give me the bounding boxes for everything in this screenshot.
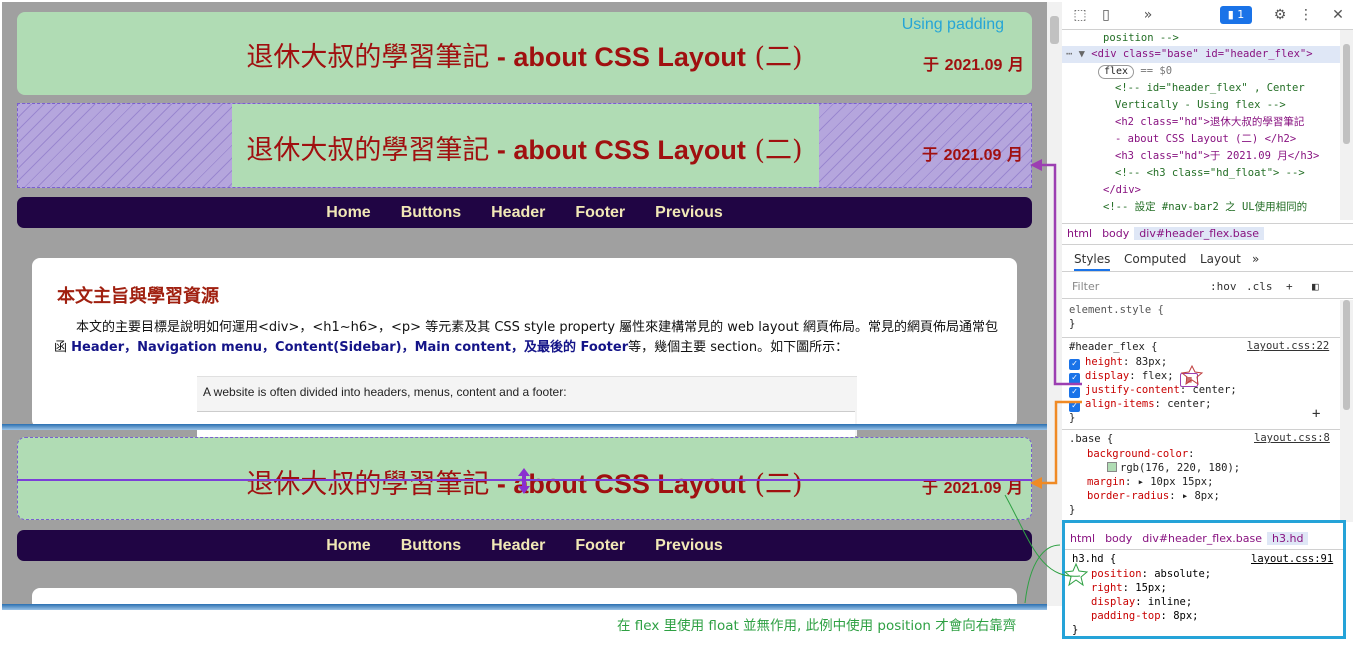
crumb-html[interactable]: html (1065, 532, 1100, 545)
style-prop[interactable]: right: 15px; (1091, 581, 1167, 595)
footnote: 在 flex 里使用 float 並無作用, 此例中使用 position 才會… (617, 618, 1017, 634)
dom-line[interactable]: <!-- id="header_flex" , Center (1115, 80, 1305, 97)
crumb-body[interactable]: body (1097, 227, 1134, 240)
dom-line[interactable]: position --> (1103, 30, 1179, 47)
tab-layout[interactable]: Layout (1200, 252, 1241, 266)
dom-line-selected[interactable]: ⋯ ▼ <div class="base" id="header_flex"> (1062, 46, 1340, 63)
nav-home[interactable]: Home (326, 530, 370, 561)
page-date: 于 2021.09 月 (923, 55, 1024, 74)
nav-home[interactable]: Home (326, 197, 370, 228)
header-padding: Using padding 退休大叔的學習筆記 - about CSS Layo… (17, 12, 1032, 95)
style-prop[interactable]: display: inline; (1091, 595, 1192, 609)
close-icon[interactable]: ✕ (1330, 7, 1346, 23)
breadcrumb: html body div#header_flex.base h3.hd (1065, 530, 1343, 550)
screenshot-divider (2, 604, 1047, 610)
screenshot-divider (2, 424, 1047, 430)
source-link[interactable]: layout.css:91 (1251, 552, 1333, 566)
nav-header[interactable]: Header (491, 197, 545, 228)
elements-scrollbar[interactable] (1340, 30, 1353, 220)
cls-toggle[interactable]: .cls (1246, 280, 1273, 293)
tab-styles[interactable]: Styles (1074, 252, 1111, 271)
styles-pane: element.style { } #header_flex { layout.… (1062, 300, 1340, 522)
page-title: 退休大叔的學習筆記 - about CSS Layout (二) (246, 135, 803, 166)
dom-line[interactable]: <!-- <h3 class="hd_float"> --> (1115, 165, 1305, 182)
dom-line[interactable]: Vertically - Using flex --> (1115, 97, 1286, 114)
issues-badge[interactable]: ▮ 1 (1220, 6, 1252, 24)
source-link[interactable]: layout.css:22 (1247, 340, 1329, 352)
page-scrollbar-thumb[interactable] (1050, 16, 1059, 44)
nav-previous[interactable]: Previous (655, 530, 723, 561)
add-property-icon[interactable]: + (1312, 406, 1320, 422)
rule-selector: .base { (1069, 433, 1114, 445)
style-prop[interactable]: ✓ align-items: center; (1069, 397, 1211, 412)
kebab-menu-icon[interactable]: ⋮ (1298, 7, 1314, 23)
dom-line[interactable]: flex == $0 (1098, 63, 1172, 80)
dom-line[interactable]: </div> (1103, 182, 1141, 199)
style-prop[interactable]: ✓ justify-content: center; (1069, 383, 1237, 398)
devtools-toolbar: ⬚ ▯ » ▮ 1 ⚙ ⋮ ✕ (1062, 0, 1353, 30)
embedded-caption: A website is often divided into headers,… (203, 385, 567, 399)
rule-selector: #header_flex { (1069, 341, 1158, 353)
nav-footer[interactable]: Footer (575, 530, 625, 561)
page-date: 于 2021.09 月 (922, 145, 1023, 164)
nav-buttons[interactable]: Buttons (401, 530, 461, 561)
hov-toggle[interactable]: :hov (1210, 280, 1237, 293)
intro-paragraph: 本文的主要目標是說明如何運用<div>，<h1~h6>，<p> 等元素及其 CS… (54, 320, 998, 355)
content-card: 本文主旨與學習資源 本文的主要目標是說明如何運用<div>，<h1~h6>，<p… (32, 258, 1017, 441)
styles-filter: Filter :hov .cls + ◧ (1062, 273, 1353, 299)
nav-footer[interactable]: Footer (575, 197, 625, 228)
device-toggle-icon[interactable]: ▯ (1098, 7, 1114, 23)
element-style-rule: element.style { (1069, 304, 1164, 316)
page-scrollbar[interactable] (1047, 2, 1062, 606)
style-prop[interactable]: background-color: (1069, 447, 1194, 461)
flex-align-arrow-icon (518, 468, 530, 494)
using-padding-note: Using padding (901, 16, 1004, 33)
dom-line[interactable]: <!-- 設定 #nav-bar2 之 UL使用相同的 (1103, 199, 1307, 216)
page-title: 退休大叔的學習筆記 - about CSS Layout (二) (246, 42, 803, 73)
nav-buttons[interactable]: Buttons (401, 197, 461, 228)
nav-bar: Home Buttons Header Footer Previous (17, 197, 1032, 228)
flex-badge[interactable]: flex (1098, 65, 1135, 79)
more-tabs-icon[interactable]: » (1252, 252, 1259, 266)
style-prop[interactable]: padding-top: 8px; (1091, 609, 1199, 623)
tab-computed[interactable]: Computed (1124, 252, 1186, 266)
crumb-body[interactable]: body (1100, 532, 1137, 545)
elements-tree: position --> ⋯ ▼ <div class="base" id="h… (1062, 30, 1340, 220)
styles-tabbar: Styles Computed Layout » (1062, 248, 1353, 272)
crumb-div[interactable]: div#header_flex.base (1137, 532, 1267, 545)
styles-scrollbar[interactable] (1340, 300, 1353, 522)
dom-line[interactable]: <h3 class="hd">于 2021.09 月</h3> (1115, 148, 1319, 165)
crumb-div[interactable]: div#header_flex.base (1134, 227, 1265, 240)
color-swatch[interactable] (1107, 462, 1117, 472)
breadcrumb: html body div#header_flex.base (1062, 223, 1353, 245)
crumb-html[interactable]: html (1062, 227, 1097, 240)
dom-line[interactable]: - about CSS Layout (二) </h2> (1115, 131, 1296, 148)
nav-previous[interactable]: Previous (655, 197, 723, 228)
header-flex-highlight: 退休大叔的學習筆記 - about CSS Layout (二) 于 2021.… (17, 103, 1032, 188)
style-prop[interactable]: border-radius: ▸ 8px; (1069, 489, 1220, 503)
style-prop[interactable]: margin: ▸ 10px 15px; (1069, 475, 1213, 489)
sidebar-toggle-icon[interactable]: ◧ (1312, 280, 1319, 293)
section-heading: 本文主旨與學習資源 (57, 286, 219, 307)
nav-header[interactable]: Header (491, 530, 545, 561)
style-prop[interactable]: position: absolute; (1091, 567, 1211, 581)
dom-line[interactable]: <h2 class="hd">退休大叔的學習筆記 (1115, 114, 1304, 131)
page-viewport: Using padding 退休大叔的學習筆記 - about CSS Layo… (2, 2, 1047, 610)
gear-icon[interactable]: ⚙ (1272, 7, 1288, 23)
rule-selector: h3.hd { (1072, 553, 1117, 565)
filter-input[interactable]: Filter (1072, 280, 1099, 293)
inspect-icon[interactable]: ⬚ (1072, 7, 1088, 23)
crumb-h3[interactable]: h3.hd (1267, 532, 1309, 545)
page-date: 于 2021.09 月 (922, 478, 1023, 497)
nav-bar: Home Buttons Header Footer Previous (17, 530, 1032, 561)
style-prop[interactable]: ✓ height: 83px; (1069, 355, 1167, 370)
source-link[interactable]: layout.css:8 (1254, 432, 1330, 444)
h3-rule-callout: html body div#header_flex.base h3.hd h3.hd … (1062, 520, 1346, 639)
add-rule-icon[interactable]: + (1286, 280, 1293, 293)
style-prop[interactable]: rgb(176, 220, 180); (1069, 461, 1240, 475)
more-tabs-icon[interactable]: » (1140, 7, 1156, 23)
